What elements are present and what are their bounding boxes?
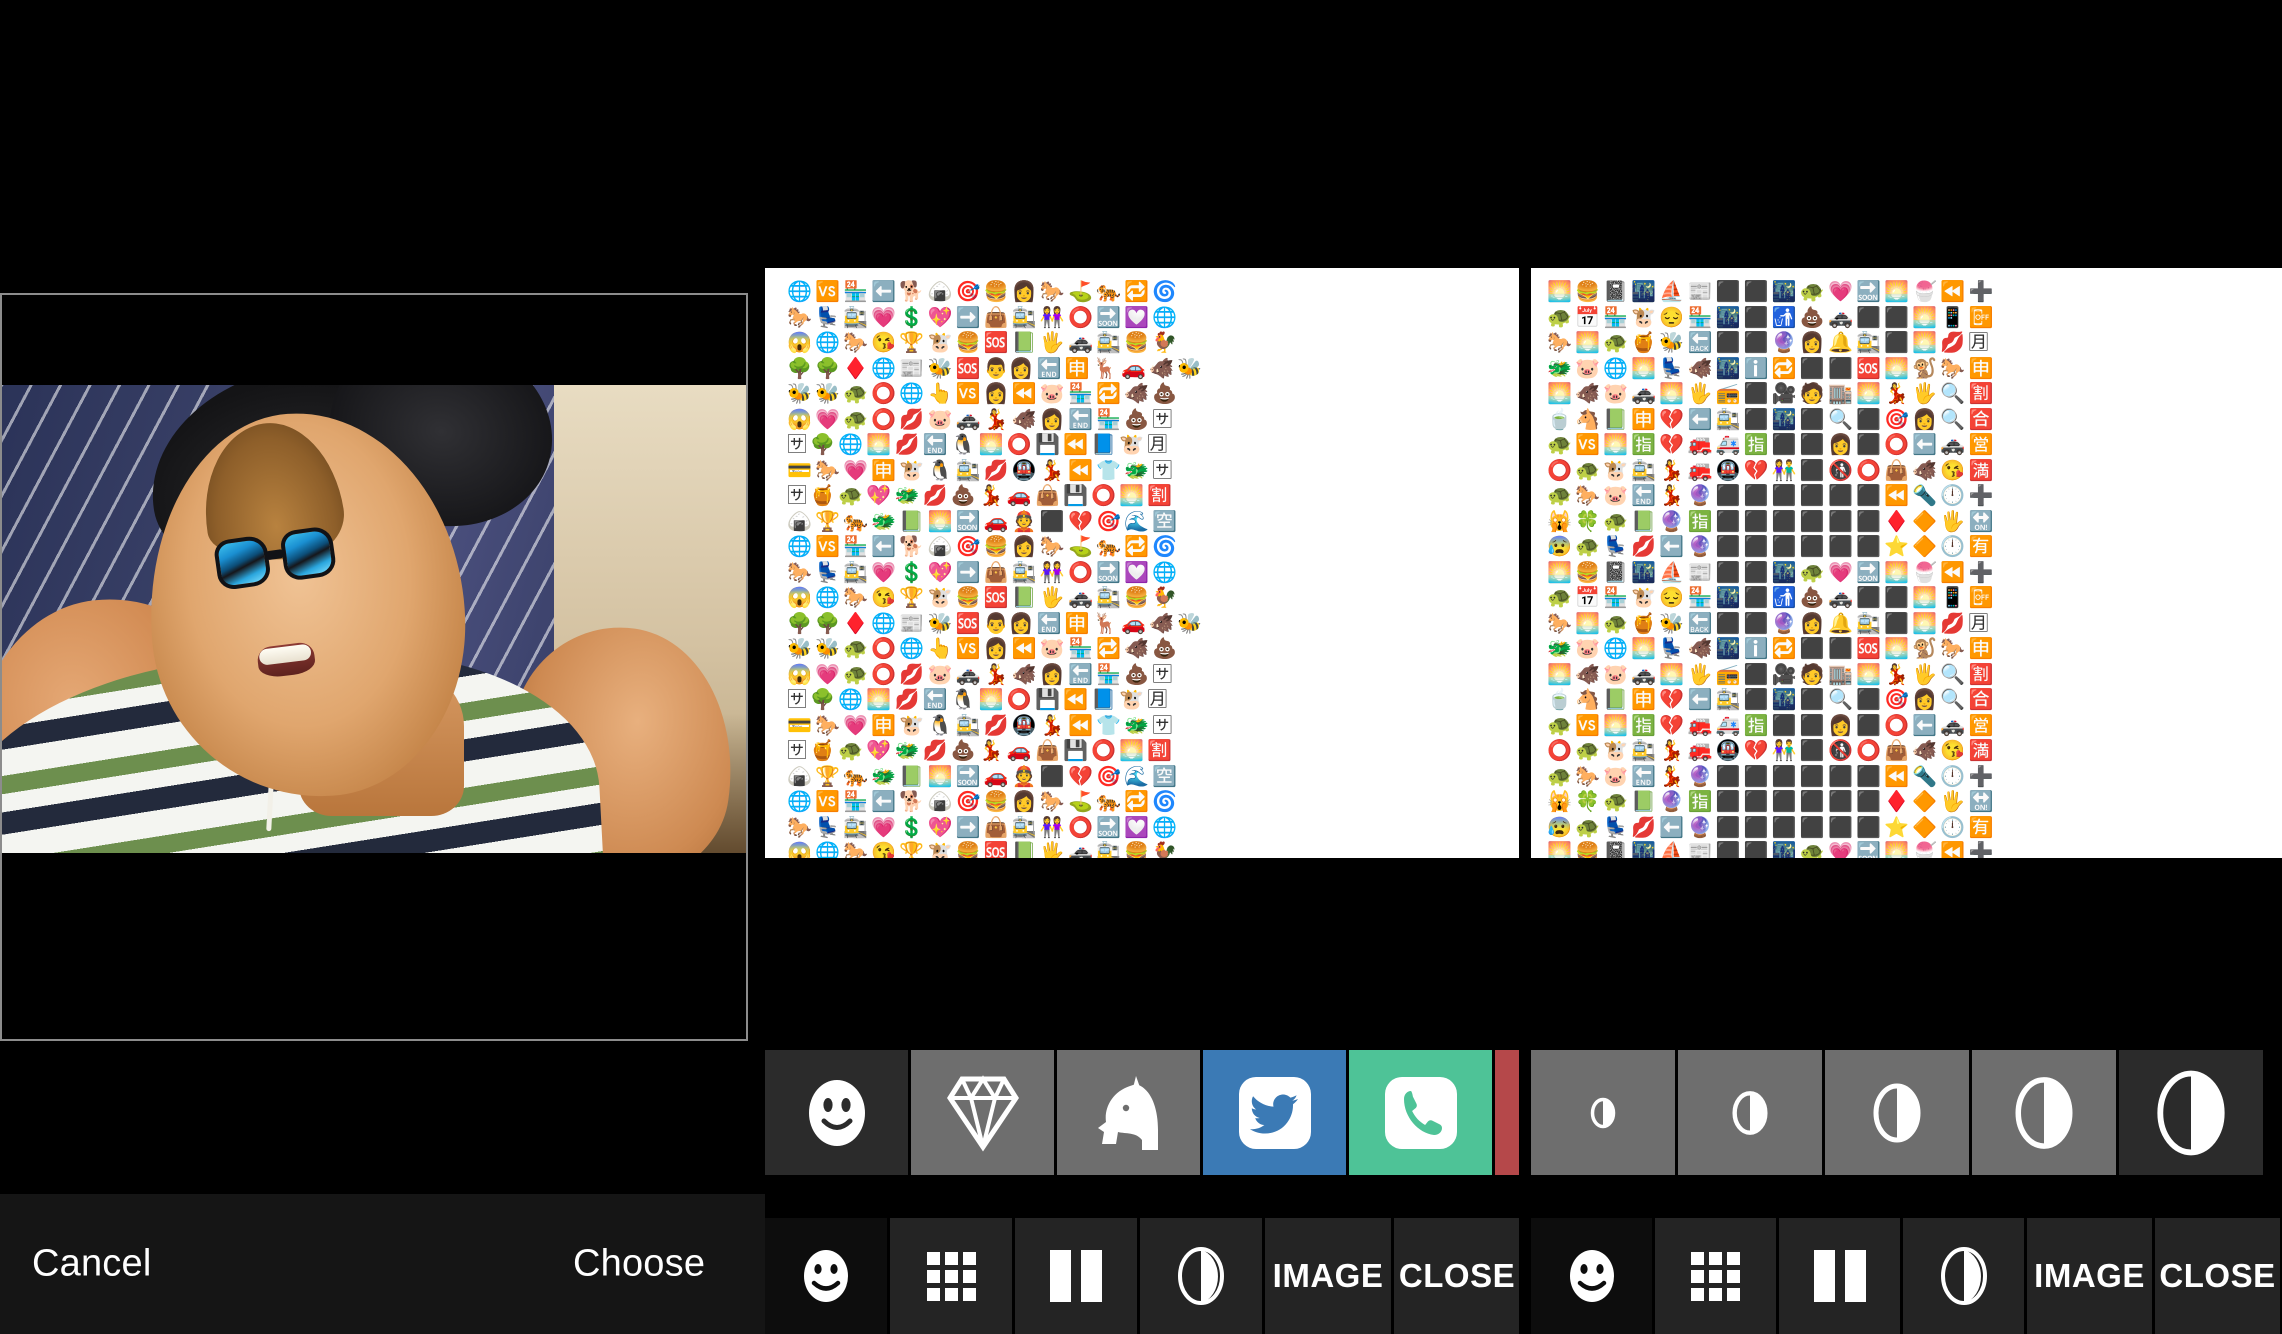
emoji-mosaic-dark-panel: 🌅🍔📓🌃⛵📰⬛⬛🌃🐢💗🔜🌅🍧⏪➕ 🐢📅🏪🐮😔🏪🌃⬛🚮💩🚓⬛⬛🌅📱📴 🐎🌅🐢🍯🐝🔙… (1531, 0, 2282, 1334)
bottom-toolbar-dark: IMAGE CLOSE (1531, 1214, 2282, 1334)
size-option-2[interactable] (1678, 1050, 1822, 1175)
toolbar-grid-button[interactable] (890, 1218, 1012, 1334)
category-tab-objects[interactable] (911, 1050, 1054, 1175)
crop-frame[interactable] (0, 293, 748, 1041)
emoji-category-strip (765, 1050, 1519, 1175)
photo-lens-left (212, 534, 272, 592)
contrast-icon (2015, 1076, 2073, 1149)
smiley-icon (804, 1250, 848, 1302)
contrast-icon (1940, 1247, 1987, 1305)
smiley-icon (808, 1079, 865, 1146)
columns-icon (1050, 1250, 1102, 1302)
choose-button[interactable]: Choose (573, 1243, 705, 1286)
emoji-size-strip (1531, 1050, 2282, 1175)
photo-picker-panel: Cancel Choose (0, 0, 765, 1334)
columns-icon (1813, 1250, 1866, 1302)
screenshot-root: Cancel Choose 🌐🆚🏪⬅️🐕🍙🎯🍔👩🐎⛳🐅🔁🌀 🐎💺🚉💗💲💖➡️👜🚉… (0, 0, 2282, 1334)
contrast-icon (1873, 1083, 1921, 1142)
size-option-3[interactable] (1825, 1050, 1969, 1175)
category-tab-smileys[interactable] (765, 1050, 908, 1175)
contrast-icon (1178, 1247, 1224, 1305)
category-tab-misc[interactable] (1495, 1050, 1519, 1175)
toolbar-image-button[interactable]: IMAGE (1265, 1218, 1391, 1334)
toolbar-image-button[interactable]: IMAGE (2027, 1218, 2152, 1334)
unicorn-icon (1097, 1075, 1158, 1150)
size-option-4[interactable] (1972, 1050, 2116, 1175)
emoji-mosaic-grid: 🌐🆚🏪⬅️🐕🍙🎯🍔👩🐎⛳🐅🔁🌀 🐎💺🚉💗💲💖➡️👜🚉👭⭕🔜💟🌐 😱🌐🐎😘🏆🐮🍔🆘… (787, 281, 1206, 858)
emoji-mosaic-light-panel: 🌐🆚🏪⬅️🐕🍙🎯🍔👩🐎⛳🐅🔁🌀 🐎💺🚉💗💲💖➡️👜🚉👭⭕🔜💟🌐 😱🌐🐎😘🏆🐮🍔🆘… (765, 0, 1519, 1334)
grid-icon (1691, 1251, 1740, 1301)
picker-action-bar: Cancel Choose (0, 1194, 765, 1334)
grid-icon (926, 1251, 976, 1301)
smiley-icon (1569, 1250, 1614, 1302)
cancel-button[interactable]: Cancel (32, 1243, 152, 1286)
selected-photo[interactable] (2, 385, 746, 853)
contrast-icon (2157, 1070, 2225, 1155)
toolbar-grid-button[interactable] (1655, 1218, 1776, 1334)
category-tab-animals[interactable] (1057, 1050, 1200, 1175)
emoji-mosaic-canvas-light[interactable]: 🌐🆚🏪⬅️🐕🍙🎯🍔👩🐎⛳🐅🔁🌀 🐎💺🚉💗💲💖➡️👜🚉👭⭕🔜💟🌐 😱🌐🐎😘🏆🐮🍔🆘… (765, 268, 1519, 858)
category-tab-phone[interactable] (1349, 1050, 1492, 1175)
photo-smile (255, 641, 316, 679)
toolbar-columns-button[interactable] (1015, 1218, 1137, 1334)
contrast-icon (1732, 1090, 1768, 1135)
toolbar-emoji-button[interactable] (1531, 1218, 1652, 1334)
toolbar-contrast-button[interactable] (1903, 1218, 2024, 1334)
twitter-bird-icon (1238, 1076, 1311, 1149)
size-option-1[interactable] (1531, 1050, 1675, 1175)
diamond-icon (946, 1074, 1019, 1151)
category-tab-twitter[interactable] (1203, 1050, 1346, 1175)
contrast-icon (1590, 1097, 1616, 1128)
photo-teeth (257, 643, 312, 666)
phone-handset-icon (1384, 1076, 1457, 1149)
photo-lens-right (278, 525, 338, 583)
emoji-mosaic-grid: 🌅🍔📓🌃⛵📰⬛⬛🌃🐢💗🔜🌅🍧⏪➕ 🐢📅🏪🐮😔🏪🌃⬛🚮💩🚓⬛⬛🌅📱📴 🐎🌅🐢🍯🐝🔙… (1547, 281, 1997, 858)
emoji-mosaic-canvas-dark[interactable]: 🌅🍔📓🌃⛵📰⬛⬛🌃🐢💗🔜🌅🍧⏪➕ 🐢📅🏪🐮😔🏪🌃⬛🚮💩🚓⬛⬛🌅📱📴 🐎🌅🐢🍯🐝🔙… (1531, 268, 2282, 858)
toolbar-close-button[interactable]: CLOSE (2155, 1218, 2280, 1334)
toolbar-contrast-button[interactable] (1140, 1218, 1262, 1334)
bottom-toolbar-light: IMAGE CLOSE (765, 1214, 1519, 1334)
photo-glasses-bridge (265, 548, 284, 561)
size-option-5[interactable] (2119, 1050, 2263, 1175)
toolbar-close-button[interactable]: CLOSE (1394, 1218, 1519, 1334)
photo-image (2, 385, 746, 853)
toolbar-emoji-button[interactable] (765, 1218, 887, 1334)
toolbar-columns-button[interactable] (1779, 1218, 1900, 1334)
